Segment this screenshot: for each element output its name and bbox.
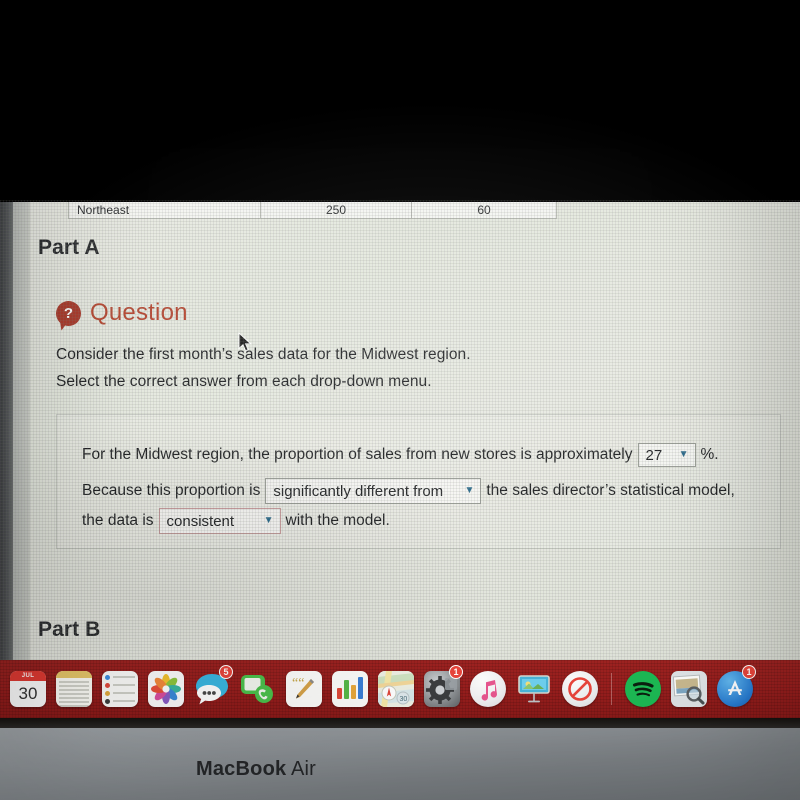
answer-line-2-text-after: the sales director’s statistical model, [486,482,735,499]
dock-item-maps[interactable]: 30 [374,666,418,712]
screen-bezel-light [13,200,30,660]
facetime-icon [240,671,276,707]
answer-line-1: For the Midwest region, the proportion o… [82,443,719,467]
dock-item-reminders[interactable] [98,666,142,712]
answer-line-2: Because this proportion is significantly… [82,478,735,504]
photo-letterbox-top [0,0,800,202]
dropdown-proportion-percent[interactable]: 27 ▼ [637,443,696,467]
laptop-base: MacBook Air [0,728,800,800]
question-header: ? Question [56,299,188,327]
app-store-badge: 1 [742,665,756,679]
dock-item-app-store[interactable]: 1 [713,665,757,712]
question-mark-icon: ? [56,300,81,326]
answer-line-2-text-before: Because this proportion is [82,482,261,499]
dock-bottom-shadow [0,718,800,728]
macbook-brand-light: Air [286,758,317,780]
dock-item-spotify[interactable] [621,666,665,712]
reminders-icon [102,671,138,707]
chevron-down-icon: ▼ [263,515,274,526]
laptop-screen: Northeast 250 60 Part A ? Question Consi… [0,200,800,660]
maps-icon: 30 [378,671,414,707]
chevron-down-icon: ▼ [678,449,689,460]
macbook-brand-label: MacBook Air [196,758,316,781]
part-a-heading: Part A [38,236,100,259]
no-entry-icon [562,671,598,707]
notes-icon [56,671,92,707]
chevron-down-icon: ▼ [464,485,475,496]
dropdown-consistency-value: consistent [166,512,235,530]
answer-line-1-text-before: For the Midwest region, the proportion o… [82,446,633,463]
messages-badge: 5 [219,665,233,679]
mouse-cursor-icon [238,332,253,352]
dock-item-messages[interactable]: 5 [190,665,234,712]
dock-item-system-preferences[interactable]: 1 [420,665,464,712]
numbers-icon [332,671,368,707]
table-cell-new-store-sales: 60 [477,203,491,217]
dock-separator [611,673,612,705]
macbook-brand-bold: MacBook [196,758,287,780]
dock-item-preview[interactable] [667,666,711,712]
dock-items: JUL 30 5 ““ 30 1 1 [0,665,757,712]
dock-item-numbers[interactable] [328,666,372,712]
pages-icon: ““ [286,671,322,707]
screen-bezel-dark [0,200,13,660]
dock-item-blocked-app[interactable] [558,666,602,712]
svg-text:30: 30 [400,696,408,703]
answer-line-3: the data is consistent ▼ with the model. [82,508,390,534]
dock-item-calendar[interactable]: JUL 30 [6,666,50,712]
question-label: Question [90,299,188,326]
dock-item-pages[interactable]: ““ [282,666,326,712]
calendar-month-label: JUL [10,671,46,681]
answer-line-3-text-after: with the model. [285,512,390,529]
question-text-line-1: Consider the first month’s sales data fo… [56,346,471,363]
system-preferences-badge: 1 [449,665,463,679]
answer-line-3-text-before: the data is [82,512,154,529]
spotify-icon [625,671,661,707]
dropdown-comparison[interactable]: significantly different from ▼ [265,478,482,504]
dropdown-comparison-value: significantly different from [273,482,444,500]
music-note-icon [470,671,506,707]
dock-item-photos[interactable] [144,666,188,712]
dock-item-facetime[interactable] [236,666,280,712]
part-b-heading: Part B [38,618,101,641]
dropdown-proportion-percent-value: 27 [645,446,663,464]
macos-dock: JUL 30 5 ““ 30 1 1 [0,660,800,718]
keynote-icon [516,671,552,707]
calendar-day-label: 30 [18,684,38,703]
preview-icon [671,671,707,707]
table-cell-total-sales: 250 [261,200,412,218]
photos-icon [148,671,184,707]
calendar-icon: JUL 30 [10,671,46,707]
answer-panel: For the Midwest region, the proportion o… [56,414,781,549]
dock-item-notes[interactable] [52,666,96,712]
photo-of-laptop-screen: Northeast 250 60 Part A ? Question Consi… [0,0,800,800]
dropdown-consistency[interactable]: consistent ▼ [158,508,281,534]
web-page-content: Northeast 250 60 Part A ? Question Consi… [30,200,800,660]
data-table-row-fragment: Northeast 250 60 [68,200,557,219]
dock-item-itunes[interactable] [466,666,510,712]
dock-item-keynote[interactable] [512,666,556,712]
answer-line-1-text-after: %. [700,446,719,463]
table-cell-region: Northeast [69,200,261,218]
question-text-line-2: Select the correct answer from each drop… [56,373,432,390]
